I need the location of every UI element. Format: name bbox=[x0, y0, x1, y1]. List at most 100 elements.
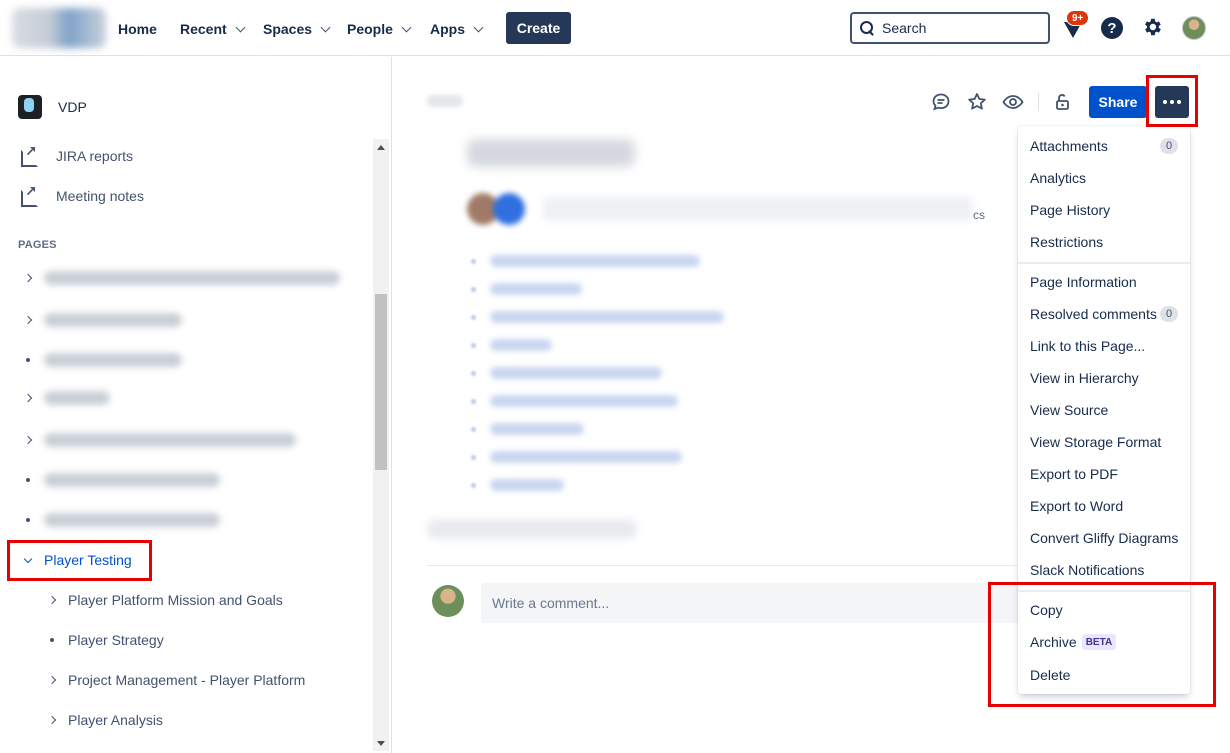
external-link-icon bbox=[20, 183, 38, 207]
star-icon[interactable] bbox=[966, 91, 988, 113]
list-item[interactable] bbox=[471, 367, 662, 379]
list-item[interactable] bbox=[471, 311, 724, 323]
tree-item[interactable] bbox=[20, 308, 182, 332]
divider bbox=[427, 565, 1019, 566]
space-name: VDP bbox=[58, 99, 87, 115]
tree-item[interactable] bbox=[20, 508, 220, 532]
chevron-right-icon bbox=[47, 675, 57, 685]
count-badge: 0 bbox=[1160, 138, 1178, 154]
comment-placeholder: Write a comment... bbox=[492, 595, 610, 611]
scroll-down-arrow-icon[interactable] bbox=[377, 741, 385, 746]
menu-item-link-to-page[interactable]: Link to this Page... bbox=[1018, 330, 1190, 362]
nav-recent[interactable]: Recent bbox=[180, 18, 246, 40]
redacted-page-title bbox=[44, 433, 296, 447]
tree-item-child[interactable]: Player Analysis bbox=[44, 708, 163, 732]
space-avatar-icon bbox=[18, 95, 42, 119]
tree-item[interactable] bbox=[20, 386, 110, 410]
create-button[interactable]: Create bbox=[506, 12, 571, 44]
menu-item-label: Export to Word bbox=[1030, 498, 1124, 514]
list-item[interactable] bbox=[471, 283, 582, 295]
space-header[interactable]: VDP bbox=[18, 95, 87, 119]
chevron-right-icon bbox=[23, 435, 33, 445]
count-badge: 0 bbox=[1160, 306, 1178, 322]
nav-home[interactable]: Home bbox=[118, 18, 157, 40]
list-item[interactable] bbox=[471, 479, 564, 491]
menu-item-analytics[interactable]: Analytics bbox=[1018, 162, 1190, 194]
tree-item[interactable] bbox=[20, 468, 220, 492]
menu-item-export-to-pdf[interactable]: Export to PDF bbox=[1018, 458, 1190, 490]
redacted-page-title bbox=[44, 513, 220, 527]
nav-spaces[interactable]: Spaces bbox=[263, 18, 331, 40]
unlock-icon[interactable] bbox=[1051, 91, 1073, 113]
bullet-icon bbox=[50, 638, 54, 642]
menu-item-attachments[interactable]: Attachments 0 bbox=[1018, 130, 1190, 162]
menu-item-label: Attachments bbox=[1030, 138, 1108, 154]
menu-item-label: Slack Notifications bbox=[1030, 562, 1145, 578]
menu-item-label: Page Information bbox=[1030, 274, 1137, 290]
help-icon[interactable]: ? bbox=[1101, 17, 1123, 39]
list-item[interactable] bbox=[471, 395, 678, 407]
sidebar-link-meeting-notes[interactable]: Meeting notes bbox=[20, 183, 144, 207]
tree-item-child[interactable]: Player Platform Mission and Goals bbox=[44, 588, 283, 612]
watch-eye-icon[interactable] bbox=[1002, 91, 1024, 113]
menu-item-label: Convert Gliffy Diagrams bbox=[1030, 530, 1179, 546]
menu-item-label: Restrictions bbox=[1030, 234, 1104, 250]
like-bar[interactable] bbox=[427, 519, 637, 539]
menu-item-page-information[interactable]: Page Information bbox=[1018, 266, 1190, 298]
search-icon bbox=[860, 21, 874, 35]
menu-item-restrictions[interactable]: Restrictions bbox=[1018, 226, 1190, 258]
menu-item-label: Page History bbox=[1030, 202, 1111, 218]
highlight-player-testing bbox=[7, 540, 152, 581]
sidebar-link-jira-reports[interactable]: JIRA reports bbox=[20, 143, 134, 167]
nav-people[interactable]: People bbox=[347, 18, 412, 40]
scroll-up-arrow-icon[interactable] bbox=[377, 145, 385, 150]
tree-item[interactable] bbox=[20, 428, 296, 452]
nav-spaces-label: Spaces bbox=[263, 21, 313, 37]
redacted-page-title bbox=[44, 271, 340, 285]
list-item[interactable] bbox=[471, 255, 700, 267]
gear-icon[interactable] bbox=[1141, 16, 1163, 38]
menu-item-label: View Storage Format bbox=[1030, 434, 1162, 450]
comment-input[interactable]: Write a comment... bbox=[481, 583, 1019, 623]
sidebar-link-label: JIRA reports bbox=[56, 148, 134, 164]
sidebar-scroll-thumb[interactable] bbox=[375, 294, 387, 470]
nav-recent-label: Recent bbox=[180, 21, 227, 37]
contributor-avatars[interactable] bbox=[467, 193, 529, 227]
chevron-down-icon bbox=[235, 22, 246, 32]
user-avatar[interactable] bbox=[1182, 16, 1206, 40]
chevron-down-icon bbox=[473, 22, 484, 32]
list-item[interactable] bbox=[471, 451, 682, 463]
redacted-page-title bbox=[44, 391, 110, 405]
notifications-button[interactable]: 9+ bbox=[1060, 10, 1090, 44]
share-button[interactable]: Share bbox=[1089, 86, 1147, 118]
menu-item-page-history[interactable]: Page History bbox=[1018, 194, 1190, 226]
redacted-page-title bbox=[44, 473, 220, 487]
tree-item-child[interactable]: Project Management - Player Platform bbox=[44, 668, 305, 692]
tree-item-label: Player Strategy bbox=[68, 632, 164, 648]
page-title bbox=[467, 139, 635, 167]
tree-item[interactable] bbox=[20, 348, 182, 372]
redacted-page-title bbox=[44, 353, 182, 367]
chevron-down-icon bbox=[401, 22, 412, 32]
breadcrumb[interactable] bbox=[427, 95, 463, 107]
pages-heading: PAGES bbox=[18, 239, 57, 251]
sidebar-link-label: Meeting notes bbox=[56, 188, 144, 204]
menu-item-export-to-word[interactable]: Export to Word bbox=[1018, 490, 1190, 522]
menu-item-view-storage-format[interactable]: View Storage Format bbox=[1018, 426, 1190, 458]
tree-item-label: Project Management - Player Platform bbox=[68, 672, 306, 688]
highlight-copy-archive-delete bbox=[988, 582, 1216, 707]
tree-item-child[interactable]: Player Strategy bbox=[44, 628, 164, 652]
nav-apps[interactable]: Apps bbox=[430, 18, 484, 40]
menu-item-view-source[interactable]: View Source bbox=[1018, 394, 1190, 426]
tree-item[interactable] bbox=[20, 266, 340, 290]
list-item[interactable] bbox=[471, 339, 552, 351]
commenter-avatar bbox=[432, 585, 464, 617]
comment-icon[interactable] bbox=[930, 91, 952, 113]
menu-item-resolved-comments[interactable]: Resolved comments 0 bbox=[1018, 298, 1190, 330]
search-input[interactable]: Search bbox=[850, 12, 1050, 44]
site-logo[interactable] bbox=[12, 8, 106, 48]
toolbar-divider bbox=[1038, 93, 1039, 111]
menu-item-convert-gliffy[interactable]: Convert Gliffy Diagrams bbox=[1018, 522, 1190, 554]
list-item[interactable] bbox=[471, 423, 584, 435]
menu-item-view-in-hierarchy[interactable]: View in Hierarchy bbox=[1018, 362, 1190, 394]
